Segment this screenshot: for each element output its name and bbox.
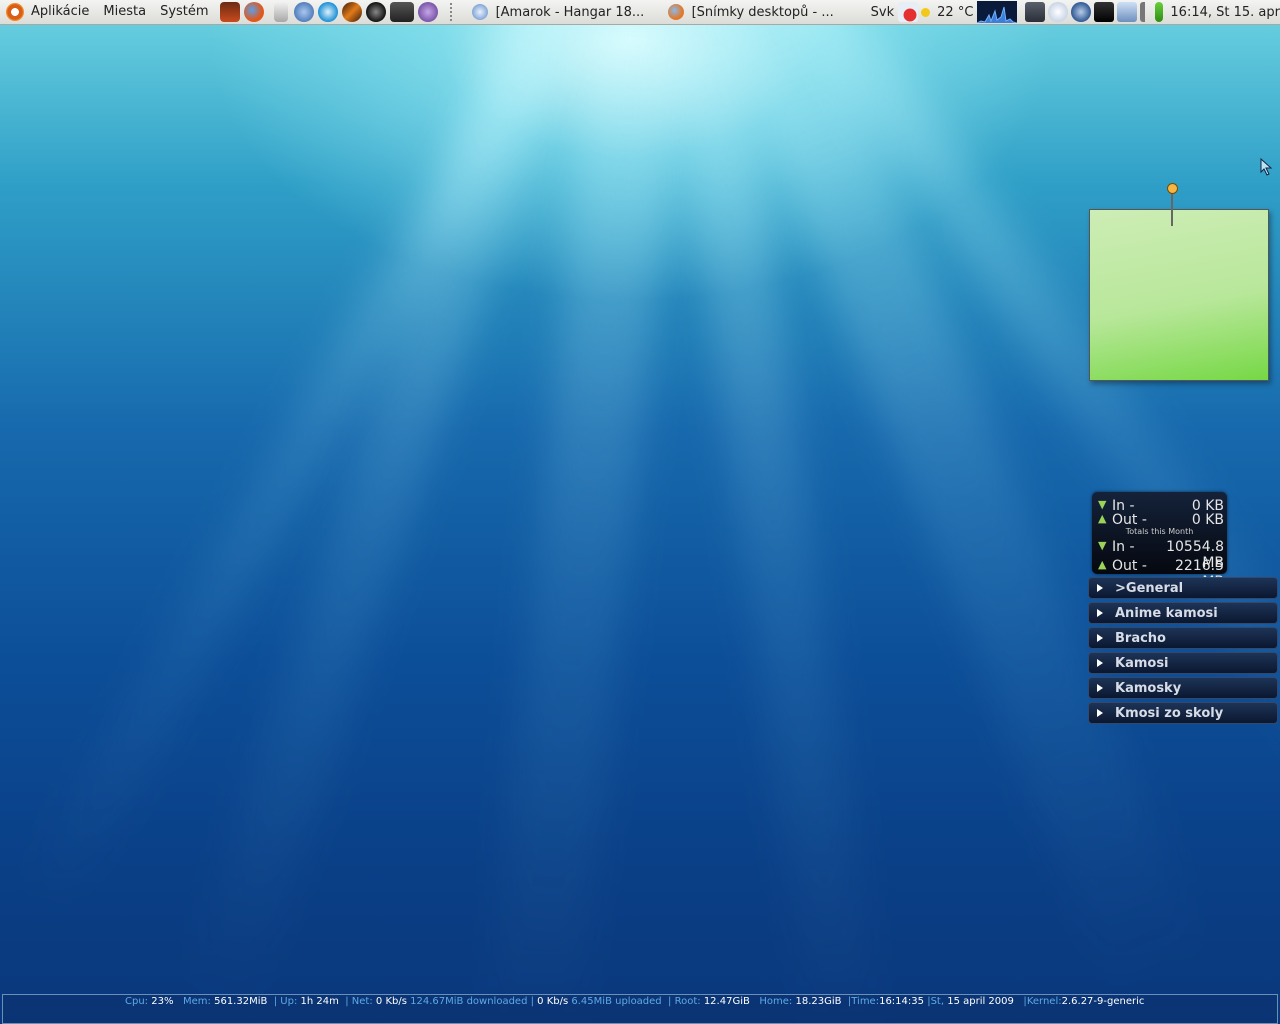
music-player-icon[interactable] [1071, 2, 1092, 22]
main-menu: Aplikácie Miesta Systém [0, 0, 216, 24]
out-now-row: ▲ Out - 0 KB [1098, 512, 1224, 528]
group-label: Anime kamosi [1115, 605, 1218, 621]
uploaded-value: 6.45MiB uploaded [571, 996, 662, 1007]
time-value: 16:14:35 [879, 996, 924, 1007]
home-value: 18.23GiB [795, 996, 842, 1007]
kernel-label: Kernel: [1026, 996, 1062, 1007]
firefox-icon[interactable] [243, 2, 264, 22]
trash-icon[interactable] [273, 2, 288, 22]
net-label: Net: [351, 996, 373, 1007]
root-value: 12.47GiB [703, 996, 750, 1007]
network-icon[interactable] [1048, 2, 1069, 22]
group-general[interactable]: >General [1088, 577, 1278, 599]
task-label: [Snímky desktopů - ... [691, 4, 834, 20]
time-label: Time: [851, 996, 880, 1007]
kernel-value: 2.6.27-9-generic [1061, 996, 1145, 1007]
pidgin-icon[interactable] [417, 2, 438, 22]
ubuntu-logo-icon[interactable] [6, 3, 24, 21]
group-label: Kmosi zo skoly [1115, 705, 1224, 721]
screen-icon[interactable] [1117, 2, 1138, 22]
cpu-label: Cpu: [125, 996, 149, 1007]
expand-triangle-icon [1097, 609, 1103, 617]
mouse-cursor-icon [1260, 158, 1273, 176]
temperature[interactable]: 22 °C [933, 5, 977, 20]
group-kamosi[interactable]: Kamosi [1088, 652, 1278, 674]
system-tray: Svk 22 °C 16:14, St 15. apr [867, 0, 1280, 24]
uptime-value: 1h 24m [300, 996, 339, 1007]
mem-label: Mem: [183, 996, 211, 1007]
uptime-label: Up: [280, 996, 298, 1007]
battery-icon[interactable] [1155, 2, 1164, 22]
expand-triangle-icon [1097, 634, 1103, 642]
expand-triangle-icon [1097, 684, 1103, 692]
keyboard-layout[interactable]: Svk [867, 5, 898, 20]
mem-value: 561.32MiB [214, 996, 268, 1007]
firefox-icon [667, 4, 684, 20]
launchers [219, 2, 442, 22]
downloaded-value: 124.67MiB downloaded | [410, 996, 534, 1007]
thunderbird-icon[interactable] [293, 2, 314, 22]
network-monitor-widget: ▼ In - 0 KB ▲ Out - 0 KB Totals this Mon… [1092, 492, 1227, 590]
group-label: >General [1115, 580, 1184, 596]
group-label: Bracho [1115, 630, 1166, 646]
amarok-icon [471, 4, 488, 20]
group-bracho[interactable]: Bracho [1088, 627, 1278, 649]
out-now-value: 0 KB [1191, 512, 1224, 528]
windows-icon[interactable] [1094, 2, 1115, 22]
network-graph[interactable] [977, 1, 1018, 23]
top-panel: Aplikácie Miesta Systém [Amarok - Hangar… [0, 0, 1280, 25]
expand-triangle-icon [1097, 659, 1103, 667]
network-graph-chart [977, 6, 1018, 23]
taskbar-item-screenshots[interactable]: [Snímky desktopů - ... [662, 1, 854, 23]
volume-icon[interactable] [1140, 2, 1153, 22]
upload-arrow-icon: ▲ [1098, 512, 1107, 525]
pin-needle [1171, 192, 1173, 226]
group-anime-kamosi[interactable]: Anime kamosi [1088, 602, 1278, 624]
group-label: Kamosi [1115, 655, 1169, 671]
group-kmosi-zo-skoly[interactable]: Kmosi zo skoly [1088, 702, 1278, 724]
menu-applications[interactable]: Aplikácie [24, 0, 96, 24]
cpu-value: 23% [151, 996, 174, 1007]
sticky-note[interactable] [1089, 209, 1269, 381]
net-down-value: 0 Kb/s [375, 996, 407, 1007]
update-alert-icon[interactable] [898, 2, 919, 22]
group-label: Kamosky [1115, 680, 1182, 696]
menu-places[interactable]: Miesta [96, 0, 153, 24]
wallpaper-rays [0, 0, 1280, 1024]
contact-list: >General Anime kamosi Bracho Kamosi Kamo… [1088, 577, 1278, 727]
player-icon[interactable] [365, 2, 386, 22]
group-kamosky[interactable]: Kamosky [1088, 677, 1278, 699]
expand-triangle-icon [1097, 584, 1103, 592]
terminal-orange-icon[interactable] [341, 2, 362, 22]
day-label: St, [930, 996, 945, 1007]
system-status-line: Cpu: 23% Mem: 561.32MiB | Up: 1h 24m | N… [125, 996, 1145, 1007]
root-label: Root: [674, 996, 701, 1007]
weather-sun-icon [921, 7, 931, 17]
menu-system[interactable]: Systém [153, 0, 215, 24]
taskbar-item-amarok[interactable]: [Amarok - Hangar 18... [466, 1, 658, 23]
totals-label: Totals this Month [1125, 527, 1194, 536]
game-launcher-icon[interactable] [219, 2, 240, 22]
pin-icon [1167, 183, 1178, 194]
console-icon[interactable] [389, 2, 414, 22]
clock[interactable]: 16:14, St 15. apr [1166, 5, 1280, 20]
panel-separator [449, 3, 458, 21]
net-up-value: 0 Kb/s [537, 996, 569, 1007]
out-now-label: Out - [1112, 512, 1147, 528]
date-value: 15 april 2009 [947, 996, 1014, 1007]
cursor-tool-icon[interactable] [1025, 2, 1046, 22]
expand-triangle-icon [1097, 709, 1103, 717]
skype-icon[interactable] [317, 2, 338, 22]
task-label: [Amarok - Hangar 18... [495, 4, 645, 20]
home-label: Home: [759, 996, 793, 1007]
